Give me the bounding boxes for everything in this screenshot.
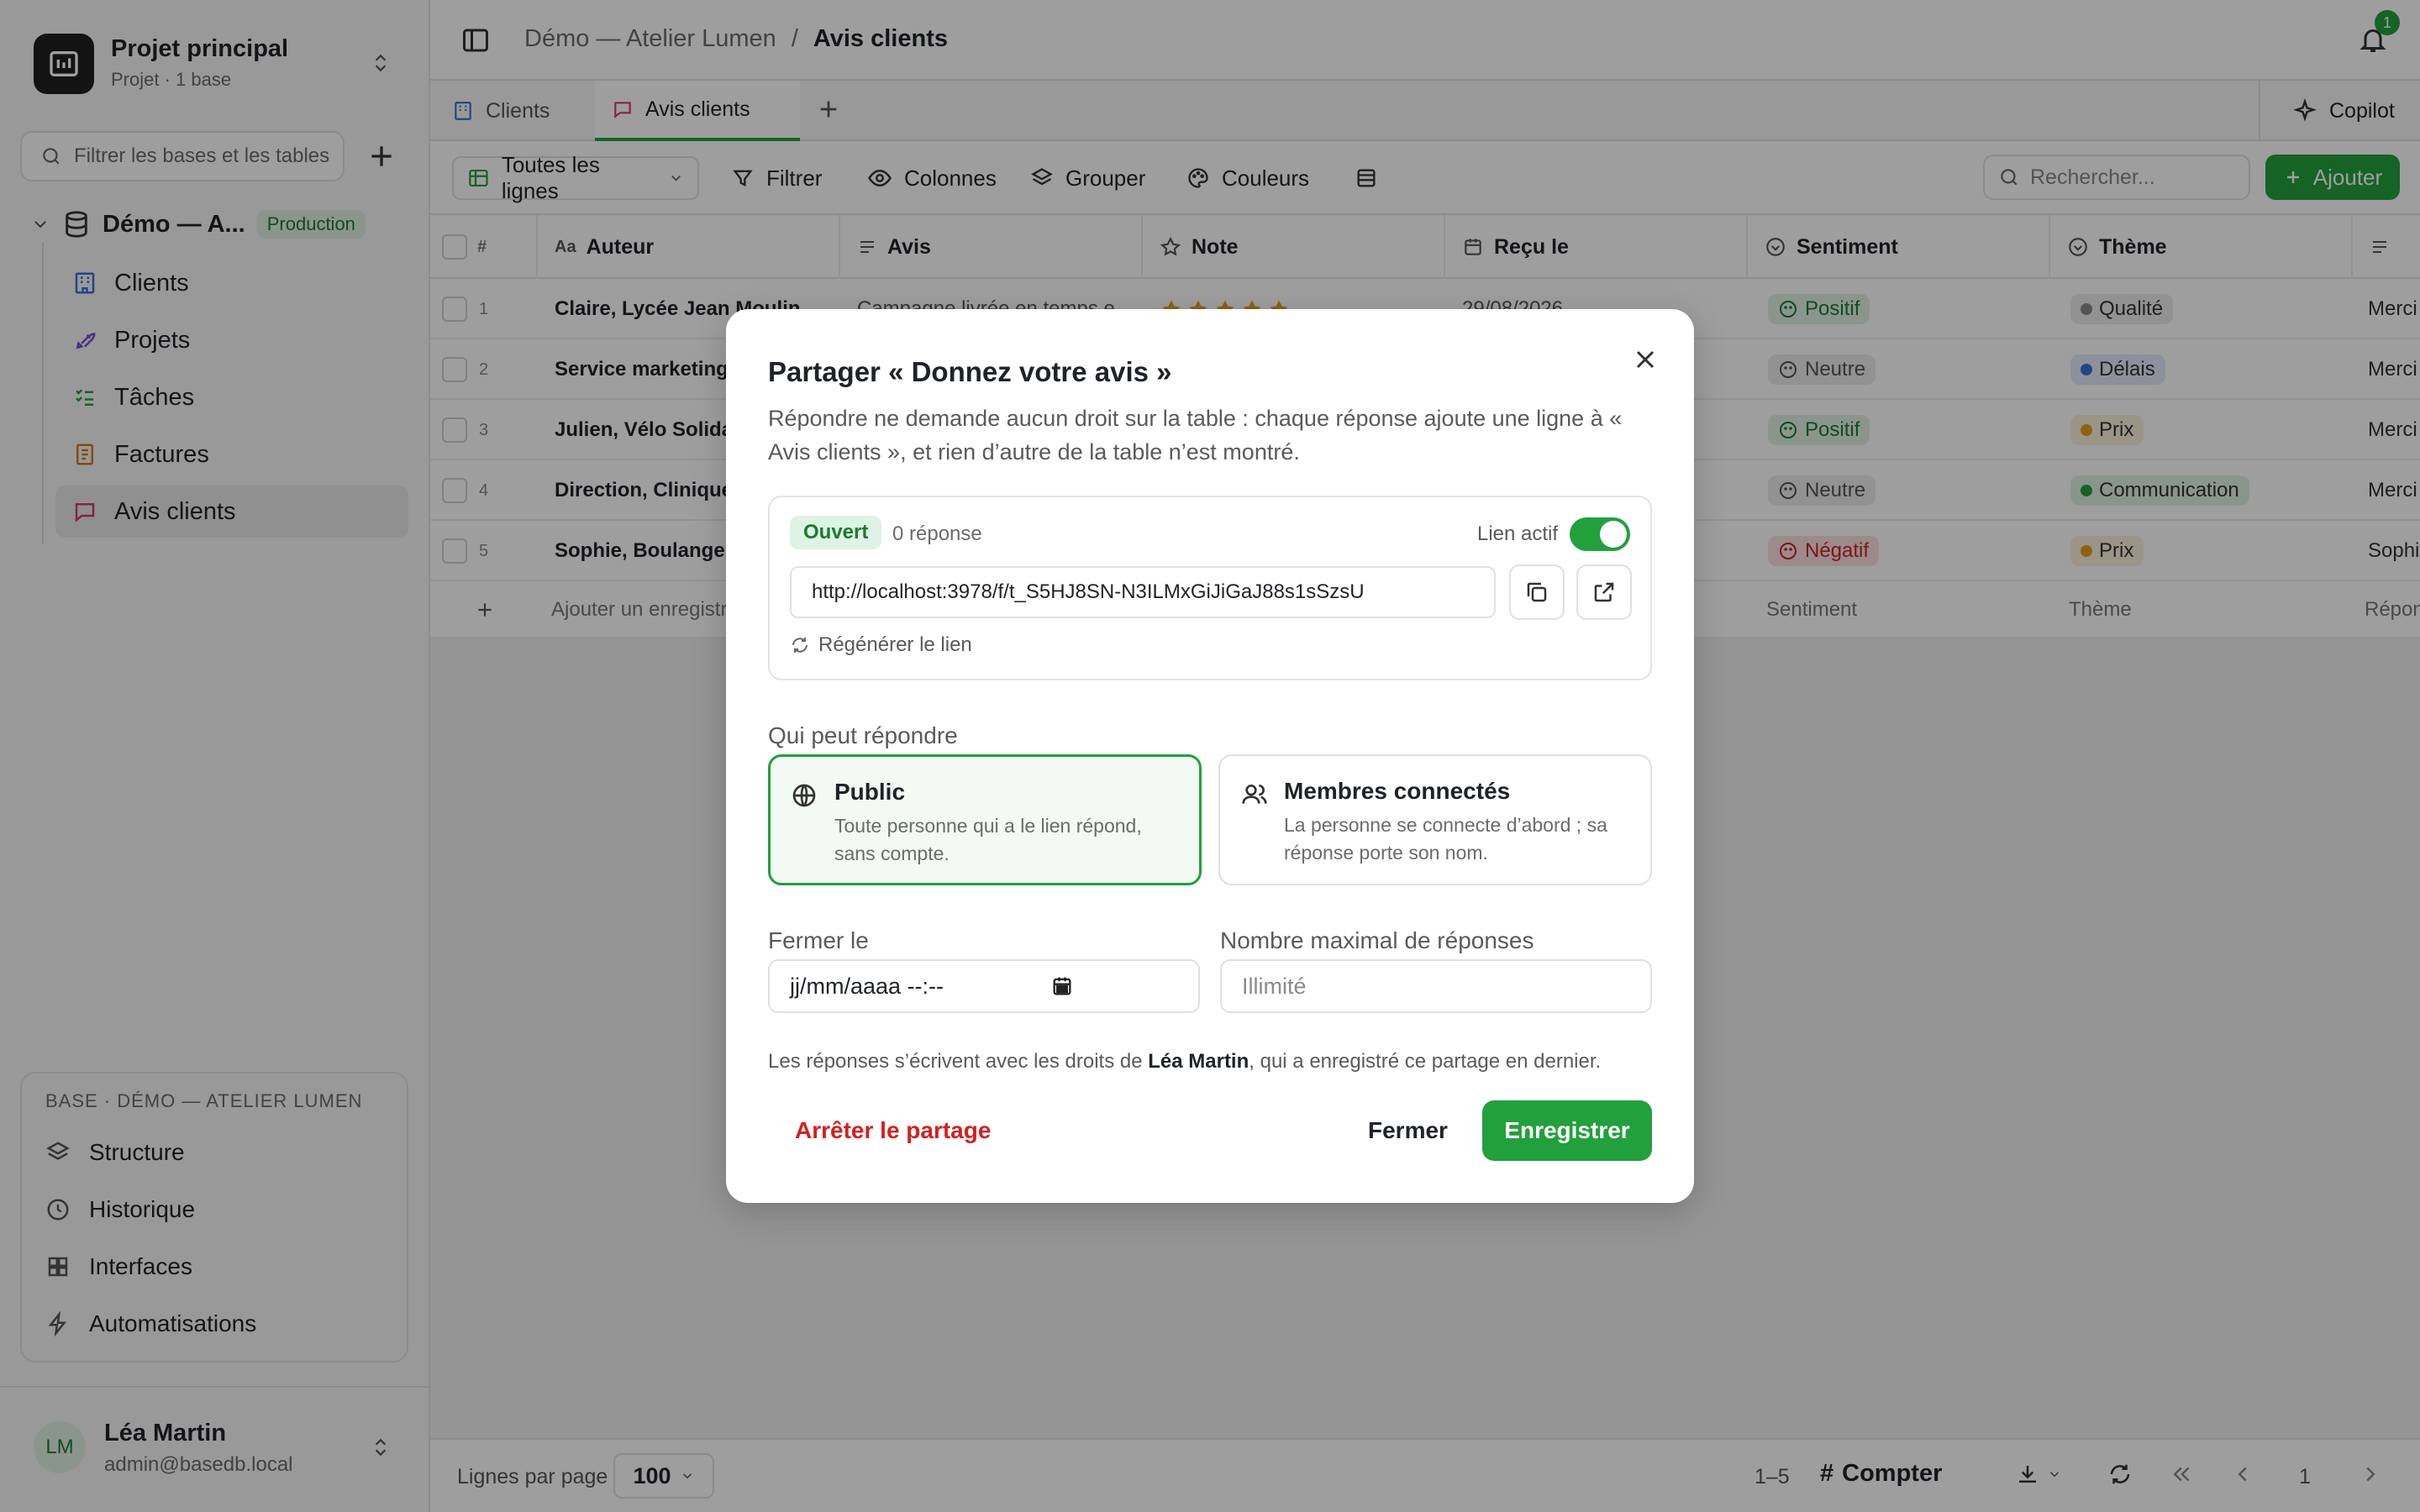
option-members-title: Membres connectés [1284, 778, 1511, 804]
calendar-icon[interactable] [1050, 974, 1074, 998]
note-user: Léa Martin [1148, 1050, 1249, 1073]
option-public[interactable]: Public Toute personne qui a le lien répo… [768, 754, 1202, 885]
response-count: 0 réponse [892, 522, 982, 545]
globe-icon [792, 784, 816, 807]
close-date-input[interactable]: jj/mm/aaaa --:-- [768, 959, 1200, 1013]
regenerate-label: Régénérer le lien [818, 633, 972, 656]
who-can-respond-label: Qui peut répondre [768, 722, 958, 748]
link-active-toggle[interactable] [1570, 517, 1630, 551]
stop-sharing-button[interactable]: Arrêter le partage [795, 1117, 991, 1144]
close-button[interactable]: Fermer [1368, 1117, 1448, 1144]
regenerate-link-button[interactable]: Régénérer le lien [790, 633, 972, 657]
max-responses-input[interactable]: Illimité [1220, 959, 1652, 1013]
share-url-field[interactable]: http://localhost:3978/f/t_S5HJ8SN-N3ILMx… [790, 566, 1496, 618]
dialog-description: Répondre ne demande aucun droit sur la t… [768, 406, 1623, 465]
permissions-note: Les réponses s’écrivent avec les droits … [768, 1050, 1601, 1074]
option-members[interactable]: Membres connectés La personne se connect… [1218, 754, 1652, 885]
close-icon[interactable] [1630, 344, 1660, 375]
note-prefix: Les réponses s’écrivent avec les droits … [768, 1050, 1149, 1073]
open-link-button[interactable] [1576, 564, 1632, 620]
copy-icon [1527, 582, 1547, 602]
max-responses-placeholder: Illimité [1242, 973, 1307, 999]
external-link-icon [1594, 582, 1614, 602]
refresh-icon [792, 638, 808, 653]
note-suffix: , qui a enregistré ce partage en dernier… [1249, 1050, 1602, 1073]
option-public-title: Public [834, 779, 906, 805]
users-icon [1242, 785, 1267, 804]
save-button[interactable]: Enregistrer [1482, 1100, 1652, 1161]
max-responses-label: Nombre maximal de réponses [1220, 927, 1534, 953]
close-date-placeholder: jj/mm/aaaa --:-- [790, 973, 944, 999]
link-active-label: Lien actif [1477, 522, 1559, 545]
option-members-desc: La personne se connecte d’abord ; sa rép… [1284, 814, 1607, 864]
option-public-desc: Toute personne qui a le lien répond, san… [834, 815, 1142, 864]
dialog-title: Partager « Donnez votre avis » [768, 356, 1172, 387]
copy-link-button[interactable] [1509, 564, 1565, 620]
status-badge: Ouvert [790, 516, 882, 549]
close-date-label: Fermer le [768, 927, 869, 953]
